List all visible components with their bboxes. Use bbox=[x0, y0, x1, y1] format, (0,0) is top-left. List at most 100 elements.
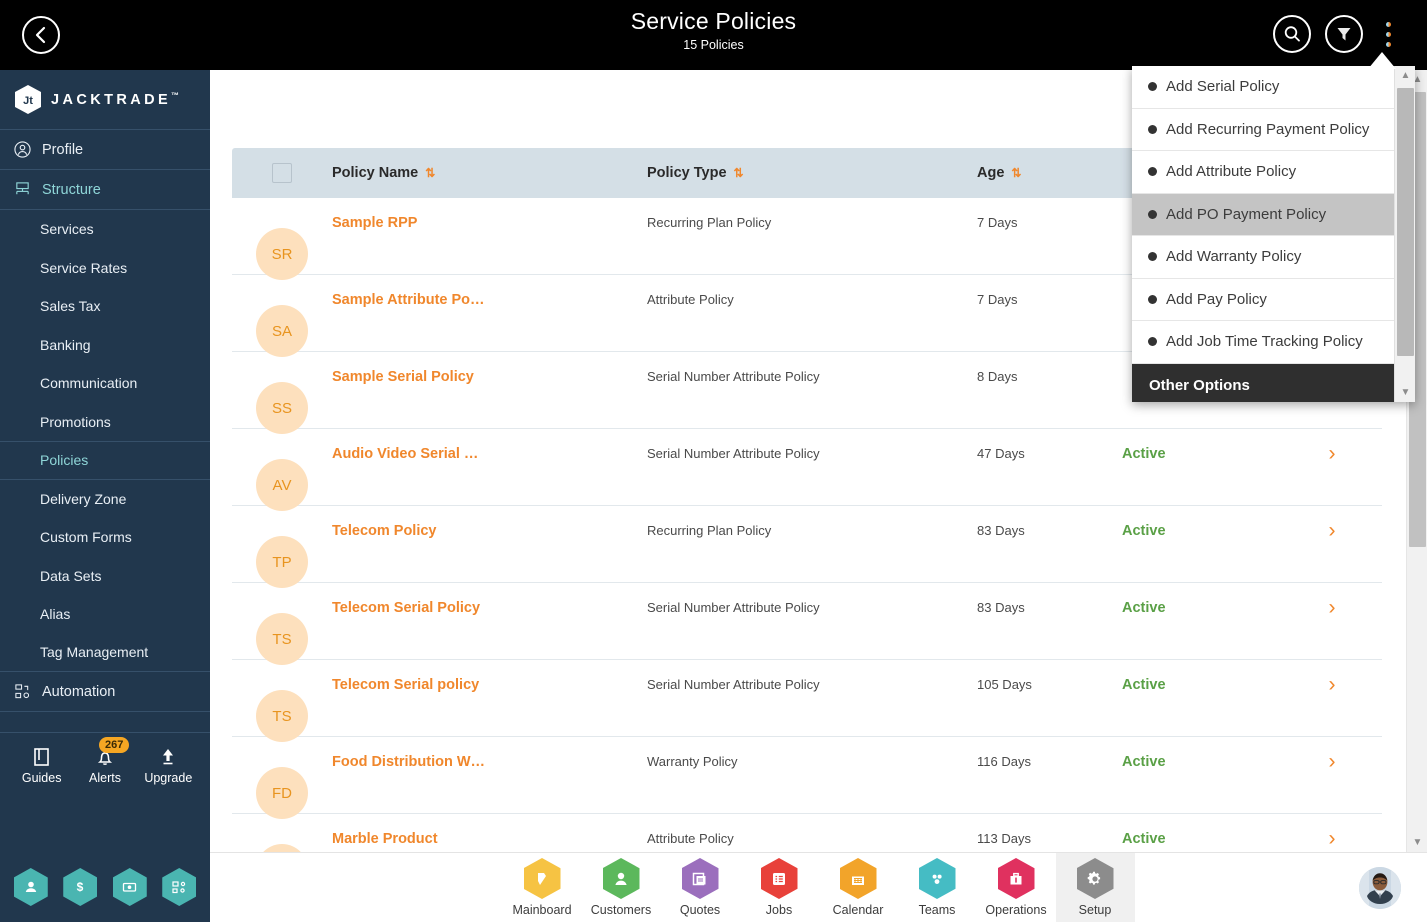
chevron-right-icon[interactable]: › bbox=[1329, 674, 1336, 695]
policy-name-link[interactable]: Telecom Policy bbox=[332, 520, 437, 539]
chevron-right-icon[interactable]: › bbox=[1329, 828, 1336, 849]
add-policy-dropdown: Add Serial Policy Add Recurring Payment P… bbox=[1132, 66, 1415, 402]
bottom-nav-item-mainboard[interactable]: Mainboard bbox=[503, 853, 582, 922]
triangle-up-icon[interactable]: ▲ bbox=[1395, 66, 1416, 85]
policy-name-link[interactable]: Marble Product bbox=[332, 828, 438, 847]
chevron-right-icon[interactable]: › bbox=[1329, 520, 1336, 541]
policy-name-link[interactable]: Telecom Serial Policy bbox=[332, 597, 480, 616]
search-button[interactable] bbox=[1273, 15, 1311, 53]
policy-name-link[interactable]: Sample Attribute Po… bbox=[332, 289, 485, 308]
person-hex-icon[interactable] bbox=[13, 868, 48, 906]
dropdown-item-label: Add Warranty Policy bbox=[1166, 248, 1302, 266]
dropdown-other-label: Other Options bbox=[1149, 377, 1250, 394]
sidebar-item-automation[interactable]: Automation bbox=[0, 672, 210, 712]
table-row[interactable]: TP Telecom Policy Recurring Plan Policy 83 … bbox=[232, 506, 1382, 588]
dropdown-item[interactable]: Add Serial Policy bbox=[1132, 66, 1394, 109]
dropdown-scrollbar[interactable]: ▲ ▼ bbox=[1394, 66, 1415, 402]
sort-updown-icon[interactable]: ⇅ bbox=[734, 166, 744, 180]
row-arrow-cell: › bbox=[1282, 751, 1382, 772]
policy-name-link[interactable]: Food Distribution W… bbox=[332, 751, 485, 770]
table-row[interactable]: AV Audio Video Serial … Serial Number Attr… bbox=[232, 429, 1382, 511]
upgrade-button[interactable]: Upgrade bbox=[140, 746, 196, 785]
sidebar-item-data-sets[interactable]: Data Sets bbox=[0, 557, 210, 596]
policy-type-text: Recurring Plan Policy bbox=[647, 215, 772, 230]
sort-updown-icon[interactable]: ⇅ bbox=[1011, 166, 1021, 180]
customers-icon bbox=[602, 858, 640, 899]
more-options-button[interactable] bbox=[1377, 15, 1399, 53]
bottom-nav-label: Mainboard bbox=[512, 903, 572, 917]
chevron-right-icon[interactable]: › bbox=[1329, 597, 1336, 618]
bottom-nav-items: Mainboard Customers Quotes Jobs Calendar Team… bbox=[503, 852, 1135, 922]
table-row[interactable]: FD Food Distribution W… Warranty Policy 116… bbox=[232, 737, 1382, 819]
sidebar-item-promotions[interactable]: Promotions bbox=[0, 403, 210, 442]
sidebar-item-service-rates[interactable]: Service Rates bbox=[0, 249, 210, 288]
filter-button[interactable] bbox=[1325, 15, 1363, 53]
avatar: FD bbox=[256, 767, 308, 819]
alerts-button[interactable]: 267 Alerts bbox=[77, 737, 133, 785]
structure-icon bbox=[16, 182, 29, 195]
dropdown-item[interactable]: Add Pay Policy bbox=[1132, 279, 1394, 321]
bottom-nav-item-teams[interactable]: Teams bbox=[898, 853, 977, 922]
sidebar-item-policies[interactable]: Policies bbox=[0, 441, 210, 480]
select-all-cell bbox=[232, 163, 332, 183]
table-row[interactable]: TS Telecom Serial policy Serial Number Att… bbox=[232, 660, 1382, 742]
status-badge: Active bbox=[1122, 600, 1166, 616]
row-age-cell: 8 Days bbox=[977, 368, 1122, 386]
dollar-hex-icon[interactable]: $ bbox=[63, 868, 98, 906]
back-button[interactable] bbox=[22, 16, 60, 54]
dropdown-item[interactable]: Add Recurring Payment Policy bbox=[1132, 109, 1394, 151]
dropdown-other-options[interactable]: Other Options bbox=[1132, 363, 1394, 402]
row-name-cell: Food Distribution W… bbox=[332, 753, 647, 771]
sidebar-item-profile[interactable]: Profile bbox=[0, 130, 210, 170]
sort-updown-icon[interactable]: ⇅ bbox=[425, 166, 435, 180]
sidebar-item-delivery-zone[interactable]: Delivery Zone bbox=[0, 480, 210, 519]
dropdown-item[interactable]: Add Warranty Policy bbox=[1132, 236, 1394, 279]
dropdown-item[interactable]: Add Job Time Tracking Policy bbox=[1132, 321, 1394, 364]
user-avatar[interactable] bbox=[1359, 867, 1401, 909]
table-row[interactable]: TS Telecom Serial Policy Serial Number Att… bbox=[232, 583, 1382, 665]
row-name-cell: Sample RPP bbox=[332, 214, 647, 232]
sidebar-item-services[interactable]: Services bbox=[0, 210, 210, 249]
bottom-nav-item-calendar[interactable]: Calendar bbox=[819, 853, 898, 922]
bottom-nav-item-customers[interactable]: Customers bbox=[582, 853, 661, 922]
sidebar-item-alias[interactable]: Alias bbox=[0, 595, 210, 634]
bottom-nav-label: Teams bbox=[918, 903, 956, 917]
guides-button[interactable]: Guides bbox=[14, 746, 70, 785]
chevron-right-icon[interactable]: › bbox=[1329, 443, 1336, 464]
sidebar-item-label: Sales Tax bbox=[40, 298, 101, 315]
policy-name-link[interactable]: Telecom Serial policy bbox=[332, 674, 479, 693]
row-avatar-cell: MP bbox=[232, 830, 332, 852]
bottom-nav-item-jobs[interactable]: Jobs bbox=[740, 853, 819, 922]
dropdown-item-label: Add Recurring Payment Policy bbox=[1166, 120, 1370, 138]
workflow-hex-icon[interactable] bbox=[162, 868, 197, 906]
sidebar-item-custom-forms[interactable]: Custom Forms bbox=[0, 518, 210, 557]
policy-name-link[interactable]: Audio Video Serial … bbox=[332, 443, 478, 462]
sidebar-item-banking[interactable]: Banking bbox=[0, 326, 210, 365]
sidebar-item-sales-tax[interactable]: Sales Tax bbox=[0, 287, 210, 326]
dropdown-item[interactable]: Add Attribute Policy bbox=[1132, 151, 1394, 194]
bottom-nav-item-setup[interactable]: Setup bbox=[1055, 852, 1135, 922]
column-header-age[interactable]: Age ⇅ bbox=[977, 165, 1122, 181]
scroll-down-arrow-icon[interactable]: ▼ bbox=[1407, 833, 1427, 852]
policy-name-link[interactable]: Sample RPP bbox=[332, 212, 417, 231]
chevron-right-icon[interactable]: › bbox=[1329, 751, 1336, 772]
bottom-nav-item-operations[interactable]: Operations bbox=[977, 853, 1056, 922]
table-row[interactable]: MP Marble Product Attribute Policy 113 Days… bbox=[232, 814, 1382, 852]
row-avatar-cell: SA bbox=[232, 291, 332, 357]
payment-hex-icon[interactable] bbox=[112, 868, 147, 906]
row-name-cell: Sample Serial Policy bbox=[332, 368, 647, 386]
triangle-down-icon[interactable]: ▼ bbox=[1395, 383, 1416, 402]
sidebar-item-structure[interactable]: Structure bbox=[0, 170, 210, 210]
column-header-policy-name[interactable]: Policy Name ⇅ bbox=[332, 165, 647, 181]
select-all-checkbox[interactable] bbox=[272, 163, 292, 183]
column-header-policy-type[interactable]: Policy Type ⇅ bbox=[647, 165, 977, 181]
dropdown-scrollbar-thumb[interactable] bbox=[1397, 88, 1414, 356]
dropdown-item[interactable]: Add PO Payment Policy bbox=[1132, 193, 1394, 236]
bottom-nav-item-quotes[interactable]: Quotes bbox=[661, 853, 740, 922]
policy-age-text: 7 Days bbox=[977, 292, 1018, 307]
policy-type-text: Recurring Plan Policy bbox=[647, 523, 772, 538]
policy-name-link[interactable]: Sample Serial Policy bbox=[332, 366, 474, 385]
row-age-cell: 83 Days bbox=[977, 599, 1122, 617]
sidebar-item-tag-management[interactable]: Tag Management bbox=[0, 634, 210, 672]
sidebar-item-communication[interactable]: Communication bbox=[0, 364, 210, 403]
